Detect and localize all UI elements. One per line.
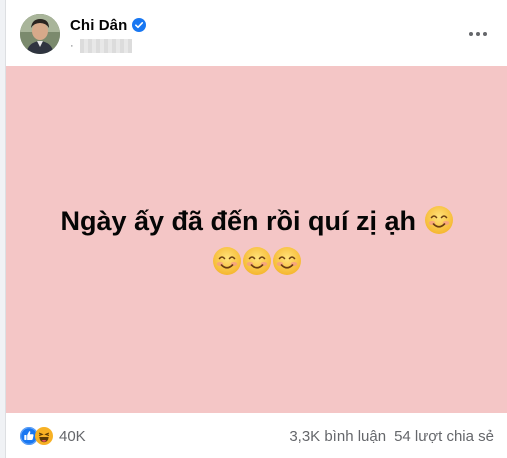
share-count-link[interactable]: 54 lượt chia sẻ xyxy=(394,428,494,445)
reaction-count: 40K xyxy=(59,427,86,445)
post-footer: 40K 3,3K bình luận 54 lượt chia sẻ xyxy=(6,413,507,458)
smiling-face-emoji-icon xyxy=(272,246,302,276)
post-header: Chi Dân · xyxy=(6,0,507,66)
smiling-face-emoji-icon xyxy=(424,205,454,235)
smiling-face-emoji-icon xyxy=(212,246,242,276)
haha-icon xyxy=(35,427,53,445)
post-meta: · xyxy=(70,37,132,55)
author-row: Chi Dân xyxy=(70,15,147,35)
reaction-summary[interactable]: 40K xyxy=(20,426,86,446)
smiling-face-emoji-icon xyxy=(242,246,272,276)
post-text-content: Ngày ấy đã đến rồi quí zị ạh xyxy=(60,205,417,236)
redacted-timestamp xyxy=(80,39,132,53)
post-text: Ngày ấy đã đến rồi quí zị ạh xyxy=(37,201,477,283)
post-background: Ngày ấy đã đến rồi quí zị ạh xyxy=(6,66,507,413)
meta-separator: · xyxy=(70,40,74,52)
avatar-photo xyxy=(20,14,60,54)
post-card: Chi Dân · Ngày ấy đã đến rồi quí zị ạh 4… xyxy=(5,0,507,458)
dot-icon xyxy=(469,32,473,36)
dot-icon xyxy=(483,32,487,36)
more-options-button[interactable] xyxy=(466,22,490,46)
comment-count-link[interactable]: 3,3K bình luận xyxy=(289,428,386,445)
author-avatar[interactable] xyxy=(20,14,60,54)
engagement-stats: 3,3K bình luận 54 lượt chia sẻ xyxy=(289,426,494,446)
dot-icon xyxy=(476,32,480,36)
verified-badge-icon xyxy=(132,18,147,32)
author-name[interactable]: Chi Dân xyxy=(70,17,127,34)
